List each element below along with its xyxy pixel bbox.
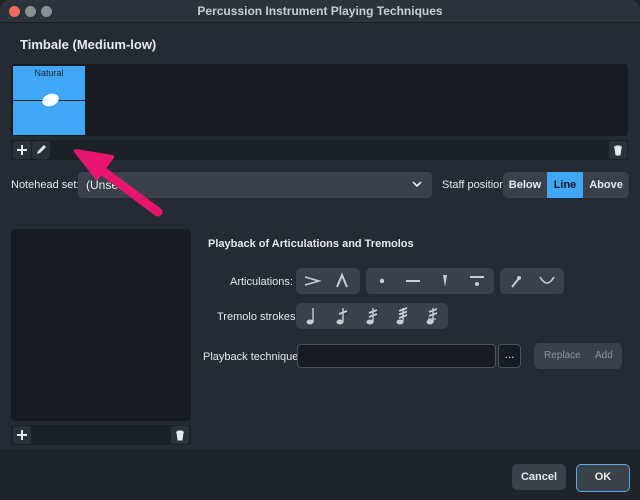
delete-technique-button[interactable] bbox=[609, 141, 627, 159]
plus-icon bbox=[17, 430, 27, 440]
edit-technique-button[interactable] bbox=[32, 141, 50, 159]
pencil-icon bbox=[37, 145, 46, 154]
replace-add-group: Replace Add bbox=[534, 343, 622, 369]
articulations-group-lengths bbox=[366, 268, 494, 294]
notehead-list-panel bbox=[11, 229, 191, 421]
notehead-set-value: (Unse bbox=[86, 178, 119, 192]
staccatissimo-icon[interactable] bbox=[434, 272, 456, 290]
staccato-icon[interactable] bbox=[371, 272, 393, 290]
chevron-down-icon bbox=[412, 181, 422, 188]
browse-playback-technique-button[interactable]: ... bbox=[498, 344, 521, 368]
trash-icon bbox=[614, 145, 622, 156]
accent-icon[interactable] bbox=[301, 272, 323, 290]
articulations-label: Articulations: bbox=[230, 276, 293, 288]
dialog-window: Percussion Instrument Playing Techniques… bbox=[0, 0, 640, 500]
trash-icon bbox=[176, 430, 184, 441]
window-title: Percussion Instrument Playing Techniques bbox=[197, 4, 443, 18]
ok-button[interactable]: OK bbox=[576, 464, 630, 492]
tremolo-strokes-label: Tremolo strokes: bbox=[217, 311, 299, 323]
staff-position-segmented: Below Line Above bbox=[503, 172, 629, 198]
notehead-set-select[interactable]: (Unse bbox=[78, 172, 432, 198]
tremolo-3-strokes-icon[interactable] bbox=[390, 307, 412, 325]
tremolo-2-strokes-icon[interactable] bbox=[360, 307, 382, 325]
add-technique-button[interactable] bbox=[13, 141, 31, 159]
plus-icon bbox=[17, 145, 27, 155]
add-notehead-button[interactable] bbox=[13, 426, 31, 444]
playback-technique-input[interactable] bbox=[297, 344, 496, 368]
staff-position-line[interactable]: Line bbox=[547, 172, 583, 198]
unstress-icon[interactable] bbox=[536, 272, 558, 290]
staff-position-below[interactable]: Below bbox=[503, 172, 547, 198]
tremolo-1-stroke-icon[interactable] bbox=[330, 307, 352, 325]
add-button[interactable]: Add bbox=[595, 350, 613, 361]
staff-position-label: Staff position: bbox=[442, 179, 509, 191]
articulations-group-accents bbox=[296, 268, 360, 294]
title-bar: Percussion Instrument Playing Techniques bbox=[0, 0, 640, 23]
notehead-list-toolbar bbox=[11, 425, 191, 445]
articulations-group-stress bbox=[500, 268, 564, 294]
technique-tile-label: Natural bbox=[34, 68, 64, 78]
replace-button[interactable]: Replace bbox=[544, 350, 581, 361]
delete-notehead-button[interactable] bbox=[171, 426, 189, 444]
tremolo-buzz-icon[interactable] bbox=[420, 307, 442, 325]
marcato-icon[interactable] bbox=[331, 272, 353, 290]
tenuto-icon[interactable] bbox=[402, 272, 424, 290]
tenuto-staccato-icon[interactable] bbox=[466, 272, 488, 290]
techniques-strip: Natural bbox=[11, 64, 628, 136]
playback-technique-label: Playback technique: bbox=[203, 351, 302, 363]
staff-position-above[interactable]: Above bbox=[583, 172, 629, 198]
tremolo-none-icon[interactable] bbox=[300, 307, 322, 325]
techniques-toolbar bbox=[11, 140, 628, 160]
technique-tile-natural[interactable]: Natural bbox=[13, 66, 85, 135]
notehead-set-label: Notehead set: bbox=[11, 179, 80, 191]
instrument-name: Timbale (Medium-low) bbox=[20, 37, 157, 52]
playback-section-title: Playback of Articulations and Tremolos bbox=[208, 238, 414, 250]
tremolo-strokes-group bbox=[296, 303, 448, 329]
notehead-icon bbox=[40, 91, 61, 109]
stress-icon[interactable] bbox=[505, 272, 527, 290]
cancel-button[interactable]: Cancel bbox=[512, 464, 566, 490]
